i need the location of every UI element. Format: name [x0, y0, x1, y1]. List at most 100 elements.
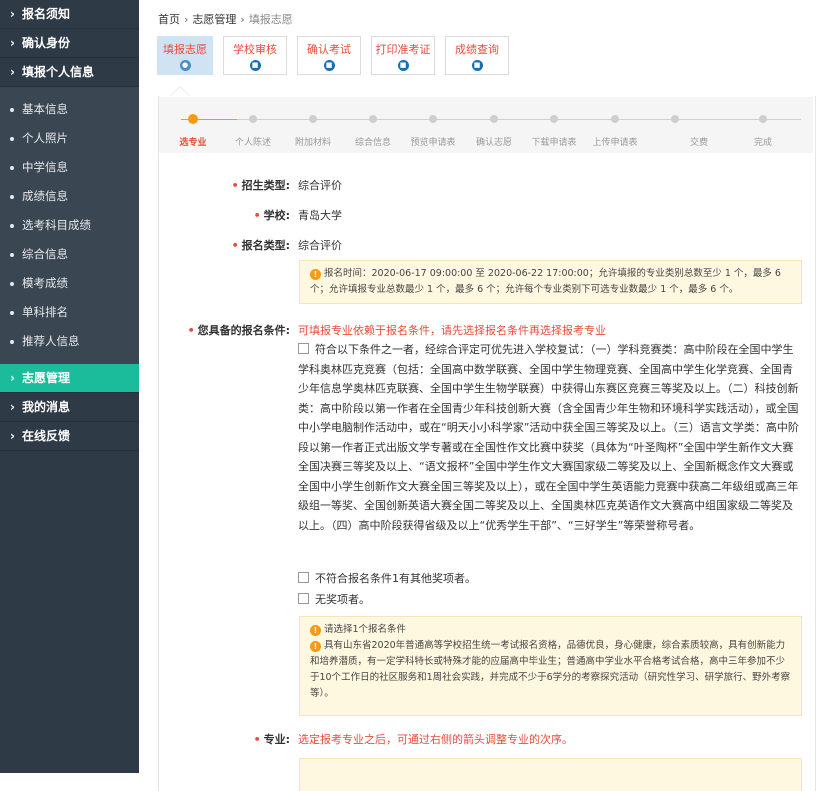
tab-pointer-inner: [171, 87, 189, 96]
required-icon: •: [253, 209, 261, 222]
checkbox[interactable]: [298, 593, 309, 604]
tab-status-icon: ■: [323, 60, 335, 71]
sidebar-item-elective-grades[interactable]: 选考科目成绩: [0, 211, 139, 240]
sidebar-item-basic-info[interactable]: 基本信息: [0, 95, 139, 124]
enroll-type-label: • 招生类型:: [231, 179, 290, 192]
condition-option-3[interactable]: 无奖项者。: [298, 590, 800, 610]
sidebar-header-volunteer[interactable]: › 志愿管理: [0, 364, 139, 393]
condition-option-2[interactable]: 不符合报名条件1有其他奖项者。: [298, 569, 800, 589]
info-icon: !: [310, 641, 321, 652]
required-icon: •: [231, 179, 239, 192]
school-label: • 学校:: [253, 209, 290, 222]
bullet-icon: [10, 107, 14, 112]
chevron-right-icon: ›: [10, 371, 15, 385]
step-dot: [249, 115, 257, 123]
sidebar-item-referee[interactable]: 推荐人信息: [0, 327, 139, 356]
school-value: 青岛大学: [298, 209, 342, 222]
tab-print-ticket[interactable]: 打印准考证 ■: [371, 36, 435, 75]
sidebar-item-school-info[interactable]: 中学信息: [0, 153, 139, 182]
enroll-type-value: 综合评价: [298, 179, 342, 192]
apply-time-note: ! 报名时间：2020-06-17 09:00:00 至 2020-06-22 1…: [299, 260, 802, 304]
bullet-icon: [10, 339, 14, 344]
breadcrumb-separator: ›: [240, 13, 245, 26]
step-label: 下载申请表: [531, 138, 577, 148]
step-label: 确认志愿: [475, 138, 513, 148]
conditions-label: • 您具备的报名条件:: [187, 324, 290, 337]
bullet-icon: [10, 165, 14, 170]
step-dot-active: [188, 114, 198, 124]
step-label: 上传申请表: [592, 138, 638, 148]
breadcrumb-current: 填报志愿: [248, 13, 293, 26]
breadcrumb: 首页 › 志愿管理 › 填报志愿: [158, 11, 293, 27]
apply-type-label: • 报名类型:: [231, 239, 290, 252]
chevron-right-icon: ›: [10, 400, 15, 414]
step-label: 预览申请表: [410, 138, 456, 148]
chevron-right-icon: ›: [10, 36, 15, 50]
conditions-hint: 可填报专业依赖于报名条件，请先选择报名条件再选择报考专业: [298, 324, 606, 337]
tab-confirm-exam[interactable]: 确认考试 ■: [297, 36, 361, 75]
major-hint: 选定报考专业之后，可通过右侧的箭头调整专业的次序。: [298, 733, 573, 746]
sidebar-item-subject-rank[interactable]: 单科排名: [0, 298, 139, 327]
breadcrumb-separator: ›: [184, 13, 189, 26]
step-progress: 选专业 个人陈述 附加材料 综合信息 预览申请表 确认志愿 下载申请表 上传申请…: [159, 97, 813, 153]
apply-type-value: 综合评价: [298, 239, 342, 252]
bullet-icon: [10, 194, 14, 199]
info-icon: !: [310, 269, 321, 280]
breadcrumb-section[interactable]: 志愿管理: [192, 13, 236, 26]
tab-school-review[interactable]: 学校审核 ■: [223, 36, 287, 75]
tab-status-icon: ●: [179, 60, 191, 71]
sidebar-item-photo[interactable]: 个人照片: [0, 124, 139, 153]
bullet-icon: [10, 223, 14, 228]
sidebar-header-notice[interactable]: › 报名须知: [0, 0, 139, 29]
major-note-partial: [299, 758, 802, 791]
tab-status-icon: ■: [397, 60, 409, 71]
conditions-note: ! 请选择1个报名条件 ! 具有山东省2020年普通高等学校招生统一考试报名资格，品…: [299, 616, 802, 716]
step-label: 选专业: [179, 138, 207, 148]
sidebar-item-grades[interactable]: 成绩信息: [0, 182, 139, 211]
checkbox[interactable]: [298, 343, 309, 354]
sidebar-header-messages[interactable]: › 我的消息: [0, 393, 139, 422]
chevron-right-icon: ›: [10, 429, 15, 443]
step-dot: [309, 115, 317, 123]
required-icon: •: [253, 733, 261, 746]
chevron-right-icon: ›: [10, 7, 15, 21]
step-label: 综合信息: [354, 138, 392, 148]
step-dot: [369, 115, 377, 123]
major-label: • 专业:: [253, 733, 290, 746]
step-label: 个人陈述: [234, 138, 272, 148]
main-content: 首页 › 志愿管理 › 填报志愿 填报志愿 ● 学校审核 ■ 确认考试 ■ 打印准考证 ■ 成绩…: [150, 0, 822, 791]
info-icon: !: [310, 625, 321, 636]
step-label: 附加材料: [294, 138, 332, 148]
checkbox[interactable]: [298, 572, 309, 583]
step-label: 交费: [689, 138, 709, 148]
step-dot: [759, 115, 767, 123]
sidebar-submenu: 基本信息 个人照片 中学信息 成绩信息 选考科目成绩 综合信息 模考成绩 单科排…: [0, 87, 139, 364]
tab-status-icon: ■: [249, 60, 261, 71]
step-dot: [611, 115, 619, 123]
sidebar-header-identity[interactable]: › 确认身份: [0, 29, 139, 58]
breadcrumb-home[interactable]: 首页: [158, 13, 180, 26]
sidebar-item-mock-exam[interactable]: 模考成绩: [0, 269, 139, 298]
required-icon: •: [231, 239, 239, 252]
condition-option-1[interactable]: 符合以下条件之一者，经综合评定可优先进入学校复试：（一）学科竞赛类：高中阶段在全…: [298, 340, 800, 535]
conditions-note-line2: ! 具有山东省2020年普通高等学校招生统一考试报名资格，品德优良，身心健康，综合…: [310, 640, 791, 699]
sidebar: › 报名须知 › 确认身份 › 填报个人信息 基本信息 个人照片 中学信息 成绩信息 …: [0, 0, 139, 773]
bullet-icon: [10, 252, 14, 257]
bullet-icon: [10, 310, 14, 315]
tab-status-icon: ■: [471, 60, 483, 71]
chevron-right-icon: ›: [10, 65, 15, 79]
step-label: 完成: [753, 138, 773, 148]
step-dot: [671, 115, 679, 123]
tab-fill-volunteer[interactable]: 填报志愿 ●: [157, 36, 213, 75]
step-dot: [490, 115, 498, 123]
tab-score-query[interactable]: 成绩查询 ■: [445, 36, 509, 75]
sidebar-header-feedback[interactable]: › 在线反馈: [0, 422, 139, 451]
bullet-icon: [10, 281, 14, 286]
sidebar-item-comprehensive[interactable]: 综合信息: [0, 240, 139, 269]
bullet-icon: [10, 136, 14, 141]
sidebar-header-personal-info[interactable]: › 填报个人信息: [0, 58, 139, 87]
step-dot: [550, 115, 558, 123]
step-dot: [429, 115, 437, 123]
conditions-note-line1: ! 请选择1个报名条件: [310, 622, 791, 638]
required-icon: •: [187, 324, 195, 337]
